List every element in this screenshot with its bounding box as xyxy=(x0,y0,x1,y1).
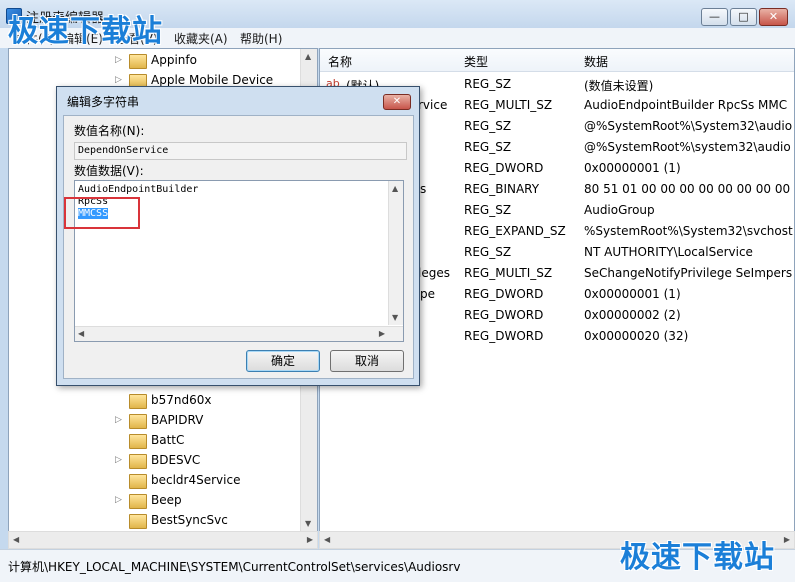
value-type: REG_SZ xyxy=(464,203,512,217)
tree-item-label: b57nd60x xyxy=(151,393,212,407)
highlight-annotation-box xyxy=(64,197,140,229)
value-data: NT AUTHORITY\LocalService xyxy=(584,245,753,259)
value-type: REG_SZ xyxy=(464,140,512,154)
expand-arrow-icon[interactable]: ▷ xyxy=(115,455,122,465)
maximize-button[interactable]: □ xyxy=(730,8,757,26)
value-type: REG_MULTI_SZ xyxy=(464,98,553,112)
value-type: REG_EXPAND_SZ xyxy=(464,224,566,238)
menu-help[interactable]: 帮助(H) xyxy=(240,30,282,47)
tree-item-label: BestSyncSvc xyxy=(151,513,228,527)
watermark-bottom: 极速下载站 xyxy=(620,540,775,575)
value-name: leges xyxy=(418,266,450,280)
folder-icon xyxy=(129,394,147,409)
scroll-up-arrow-icon[interactable]: ▲ xyxy=(305,52,311,61)
value-type: REG_DWORD xyxy=(464,161,544,175)
value-data: 0x00000001 (1) xyxy=(584,161,681,175)
value-data: 0x00000002 (2) xyxy=(584,308,681,322)
value-data: %SystemRoot%\System32\svchost. xyxy=(584,224,795,238)
tree-item-label: Appinfo xyxy=(151,53,197,67)
tree-item-label: becldr4Service xyxy=(151,473,241,487)
folder-icon xyxy=(129,434,147,449)
value-data: @%SystemRoot%\system32\audio xyxy=(584,140,791,154)
tree-item-label: BDESVC xyxy=(151,453,201,467)
column-header-type[interactable]: 类型 xyxy=(464,53,488,70)
tree-item-label: BAPIDRV xyxy=(151,413,204,427)
value-name: rvice xyxy=(418,98,448,112)
dialog-title: 编辑多字符串 xyxy=(67,95,140,109)
close-button[interactable]: ✕ xyxy=(759,8,788,26)
value-data-label: 数值数据(V): xyxy=(74,164,144,178)
value-data: AudioEndpointBuilder RpcSs MMC xyxy=(584,98,788,112)
column-header-name[interactable]: 名称 xyxy=(328,53,352,70)
value-name-label: 数值名称(N): xyxy=(74,124,145,138)
folder-icon xyxy=(129,54,147,69)
value-data: 80 51 01 00 00 00 00 00 00 00 00 xyxy=(584,182,791,196)
scroll-right-arrow-icon[interactable]: ▶ xyxy=(784,535,790,544)
scroll-left-arrow-icon[interactable]: ◀ xyxy=(324,535,330,544)
column-header-row xyxy=(320,49,794,72)
value-name: s xyxy=(420,182,427,196)
minimize-button[interactable]: — xyxy=(701,8,728,26)
dialog-close-button[interactable]: ✕ xyxy=(383,94,411,110)
data-line: AudioEndpointBuilder xyxy=(78,184,199,195)
scroll-right-arrow-icon[interactable]: ▶ xyxy=(379,329,385,338)
folder-icon xyxy=(129,494,147,509)
dialog-body: 数值名称(N): DependOnService 数值数据(V): AudioE… xyxy=(63,115,414,379)
menu-favorites[interactable]: 收藏夹(A) xyxy=(174,30,228,47)
folder-icon xyxy=(129,474,147,489)
expand-arrow-icon[interactable]: ▷ xyxy=(115,75,122,85)
watermark-top: 极速下载站 xyxy=(8,14,163,49)
tree-item-label: Apple Mobile Device xyxy=(151,73,274,87)
value-type: REG_DWORD xyxy=(464,308,544,322)
scroll-left-arrow-icon[interactable]: ◀ xyxy=(78,329,84,338)
textarea-vertical-scrollbar[interactable]: ▲ ▼ xyxy=(388,181,403,325)
tree-horizontal-scrollbar[interactable]: ◀ ▶ xyxy=(8,531,318,549)
expand-arrow-icon[interactable]: ▷ xyxy=(115,55,122,65)
value-type: REG_SZ xyxy=(464,77,512,91)
edit-multi-string-dialog: 编辑多字符串 ✕ 数值名称(N): DependOnService 数值数据(V… xyxy=(56,86,420,386)
value-type: REG_MULTI_SZ xyxy=(464,266,553,280)
value-name: pe xyxy=(420,287,435,301)
value-data: SeChangeNotifyPrivilege SeImpers xyxy=(584,266,793,280)
value-type: REG_BINARY xyxy=(464,182,540,196)
expand-arrow-icon[interactable]: ▷ xyxy=(115,495,122,505)
ok-button[interactable]: 确定 xyxy=(246,350,320,372)
cancel-button[interactable]: 取消 xyxy=(330,350,404,372)
value-name-field[interactable]: DependOnService xyxy=(74,142,407,160)
value-type: REG_SZ xyxy=(464,245,512,259)
folder-icon xyxy=(129,454,147,469)
scroll-left-arrow-icon[interactable]: ◀ xyxy=(13,535,19,544)
tree-item-label: BattC xyxy=(151,433,185,447)
tree-item-label: Beep xyxy=(151,493,182,507)
folder-icon xyxy=(129,414,147,429)
value-type: REG_DWORD xyxy=(464,329,544,343)
value-data: @%SystemRoot%\System32\audio xyxy=(584,119,793,133)
value-type: REG_SZ xyxy=(464,119,512,133)
value-data: AudioGroup xyxy=(584,203,655,217)
value-data: (数值未设置) xyxy=(584,79,654,93)
column-header-data[interactable]: 数据 xyxy=(584,53,608,70)
scroll-up-arrow-icon[interactable]: ▲ xyxy=(392,184,398,193)
scroll-down-arrow-icon[interactable]: ▼ xyxy=(305,519,311,528)
registry-editor-window: 注册表编辑器 — □ ✕ 文件(F) 编辑(E) 查看(V) 收藏夹(A) 帮助… xyxy=(0,0,795,582)
scroll-right-arrow-icon[interactable]: ▶ xyxy=(307,535,313,544)
folder-icon xyxy=(129,514,147,529)
textarea-horizontal-scrollbar[interactable]: ◀ ▶ xyxy=(75,326,403,341)
value-data: 0x00000001 (1) xyxy=(584,287,681,301)
expand-arrow-icon[interactable]: ▷ xyxy=(115,415,122,425)
status-key-path: 计算机\HKEY_LOCAL_MACHINE\SYSTEM\CurrentCon… xyxy=(8,560,461,574)
scroll-down-arrow-icon[interactable]: ▼ xyxy=(392,313,398,322)
value-type: REG_DWORD xyxy=(464,287,544,301)
value-data: 0x00000020 (32) xyxy=(584,329,689,343)
